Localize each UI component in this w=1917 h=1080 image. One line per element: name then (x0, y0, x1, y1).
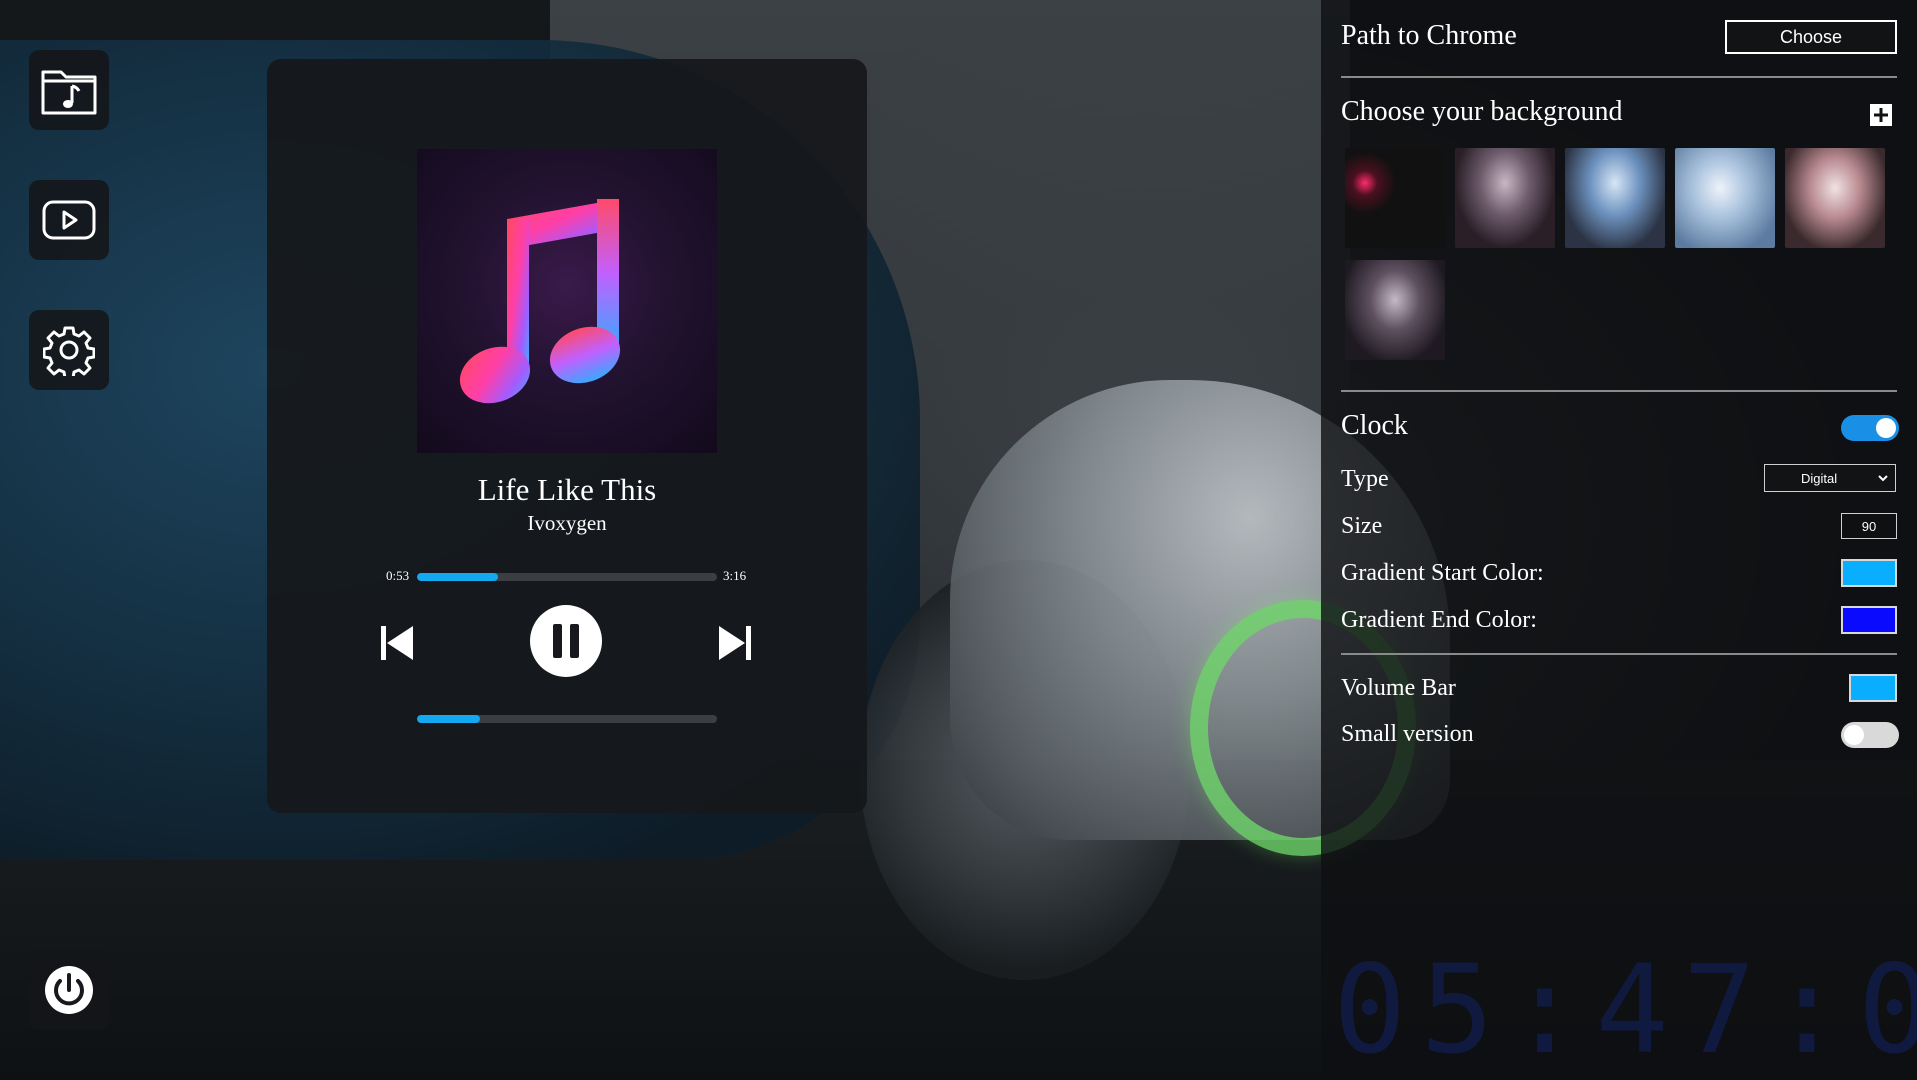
skip-previous-icon (381, 626, 413, 660)
background-wheel (860, 560, 1190, 980)
background-thumb-anime-winter[interactable] (1675, 148, 1775, 248)
album-art (417, 149, 717, 453)
pause-button[interactable] (530, 605, 602, 677)
previous-track-button[interactable] (379, 625, 415, 661)
clock-size-input[interactable]: 90 (1841, 513, 1897, 539)
pause-icon (553, 624, 579, 658)
background-thumb-anime-wolf[interactable] (1345, 260, 1445, 360)
clock-type-label: Type (1341, 466, 1389, 492)
clock-type-value: Digital (1801, 470, 1838, 486)
background-thumb-anime-blue-hair[interactable] (1565, 148, 1665, 248)
track-artist: Ivoxygen (527, 511, 607, 535)
toggle-knob (1876, 418, 1896, 438)
volume-bar-color-picker[interactable] (1849, 674, 1897, 702)
add-background-button[interactable] (1870, 104, 1892, 126)
gradient-end-label: Gradient End Color: (1341, 607, 1537, 633)
plus-icon (1874, 108, 1888, 122)
background-heading: Choose your background (1341, 96, 1623, 127)
youtube-play-icon (42, 200, 96, 240)
divider (1341, 653, 1897, 655)
background-thumb-anime-fox[interactable] (1785, 148, 1885, 248)
youtube-button[interactable] (29, 180, 109, 260)
settings-panel: Path to Chrome Choose Choose your backgr… (1321, 0, 1917, 1080)
clock-toggle[interactable] (1841, 415, 1899, 441)
divider (1341, 76, 1897, 78)
choose-chrome-path-button[interactable]: Choose (1725, 20, 1897, 54)
background-thumb-car-night[interactable] (1345, 148, 1445, 248)
volume-bar[interactable] (417, 715, 717, 723)
track-title: Life Like This (477, 472, 657, 507)
background-thumb-anime-dark[interactable] (1455, 148, 1555, 248)
small-version-label: Small version (1341, 721, 1474, 747)
gear-icon (43, 326, 95, 376)
power-icon (45, 966, 93, 1014)
music-library-button[interactable] (29, 50, 109, 130)
divider (1341, 390, 1897, 392)
chevron-down-icon (1878, 475, 1888, 482)
next-track-button[interactable] (717, 625, 753, 661)
path-to-chrome-label: Path to Chrome (1341, 20, 1517, 51)
power-button[interactable] (29, 950, 109, 1030)
skip-next-icon (719, 626, 751, 660)
music-folder-icon (41, 70, 97, 115)
small-version-toggle[interactable] (1841, 722, 1899, 748)
clock-size-label: Size (1341, 513, 1383, 539)
volume-bar-label: Volume Bar (1341, 675, 1456, 701)
seek-bar[interactable] (417, 573, 717, 581)
music-note-icon (459, 199, 621, 404)
volume-bar-fill (417, 715, 480, 723)
track-duration: 3:16 (723, 568, 747, 583)
clock-type-select[interactable]: Digital (1764, 464, 1896, 492)
clock-heading: Clock (1341, 410, 1408, 441)
music-player-card: Life Like This Ivoxygen 0:53 3:16 (267, 59, 867, 813)
gradient-start-color-picker[interactable] (1841, 559, 1897, 587)
settings-button[interactable] (29, 310, 109, 390)
seek-bar-fill (417, 573, 498, 581)
digital-clock-display: 05:47:06 (1333, 940, 1917, 1080)
toggle-knob (1844, 725, 1864, 745)
gradient-start-label: Gradient Start Color: (1341, 560, 1544, 586)
gradient-end-color-picker[interactable] (1841, 606, 1897, 634)
elapsed-time: 0:53 (386, 568, 410, 583)
